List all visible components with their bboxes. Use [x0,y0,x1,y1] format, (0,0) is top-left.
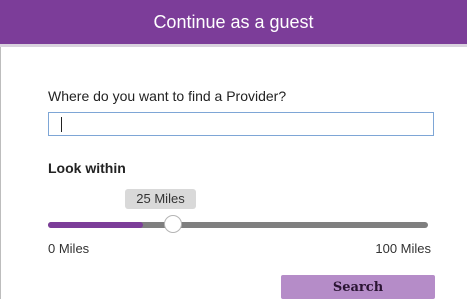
panel-left-border [0,47,1,299]
search-button[interactable]: Search [281,275,435,299]
location-question-label: Where do you want to find a Provider? [48,88,287,104]
distance-slider-thumb[interactable] [164,215,182,233]
slider-min-label: 0 Miles [48,241,90,256]
look-within-label: Look within [48,160,126,176]
distance-slider-track[interactable] [48,222,428,228]
text-cursor [61,117,62,132]
location-input[interactable] [48,112,434,136]
slider-value-tooltip: 25 Miles [125,189,196,209]
slider-max-label: 100 Miles [375,241,431,256]
distance-slider-fill [48,222,143,228]
guest-search-panel: Continue as a guest Where do you want to… [0,0,467,299]
header-bar: Continue as a guest [0,0,467,47]
header-title: Continue as a guest [153,12,314,32]
